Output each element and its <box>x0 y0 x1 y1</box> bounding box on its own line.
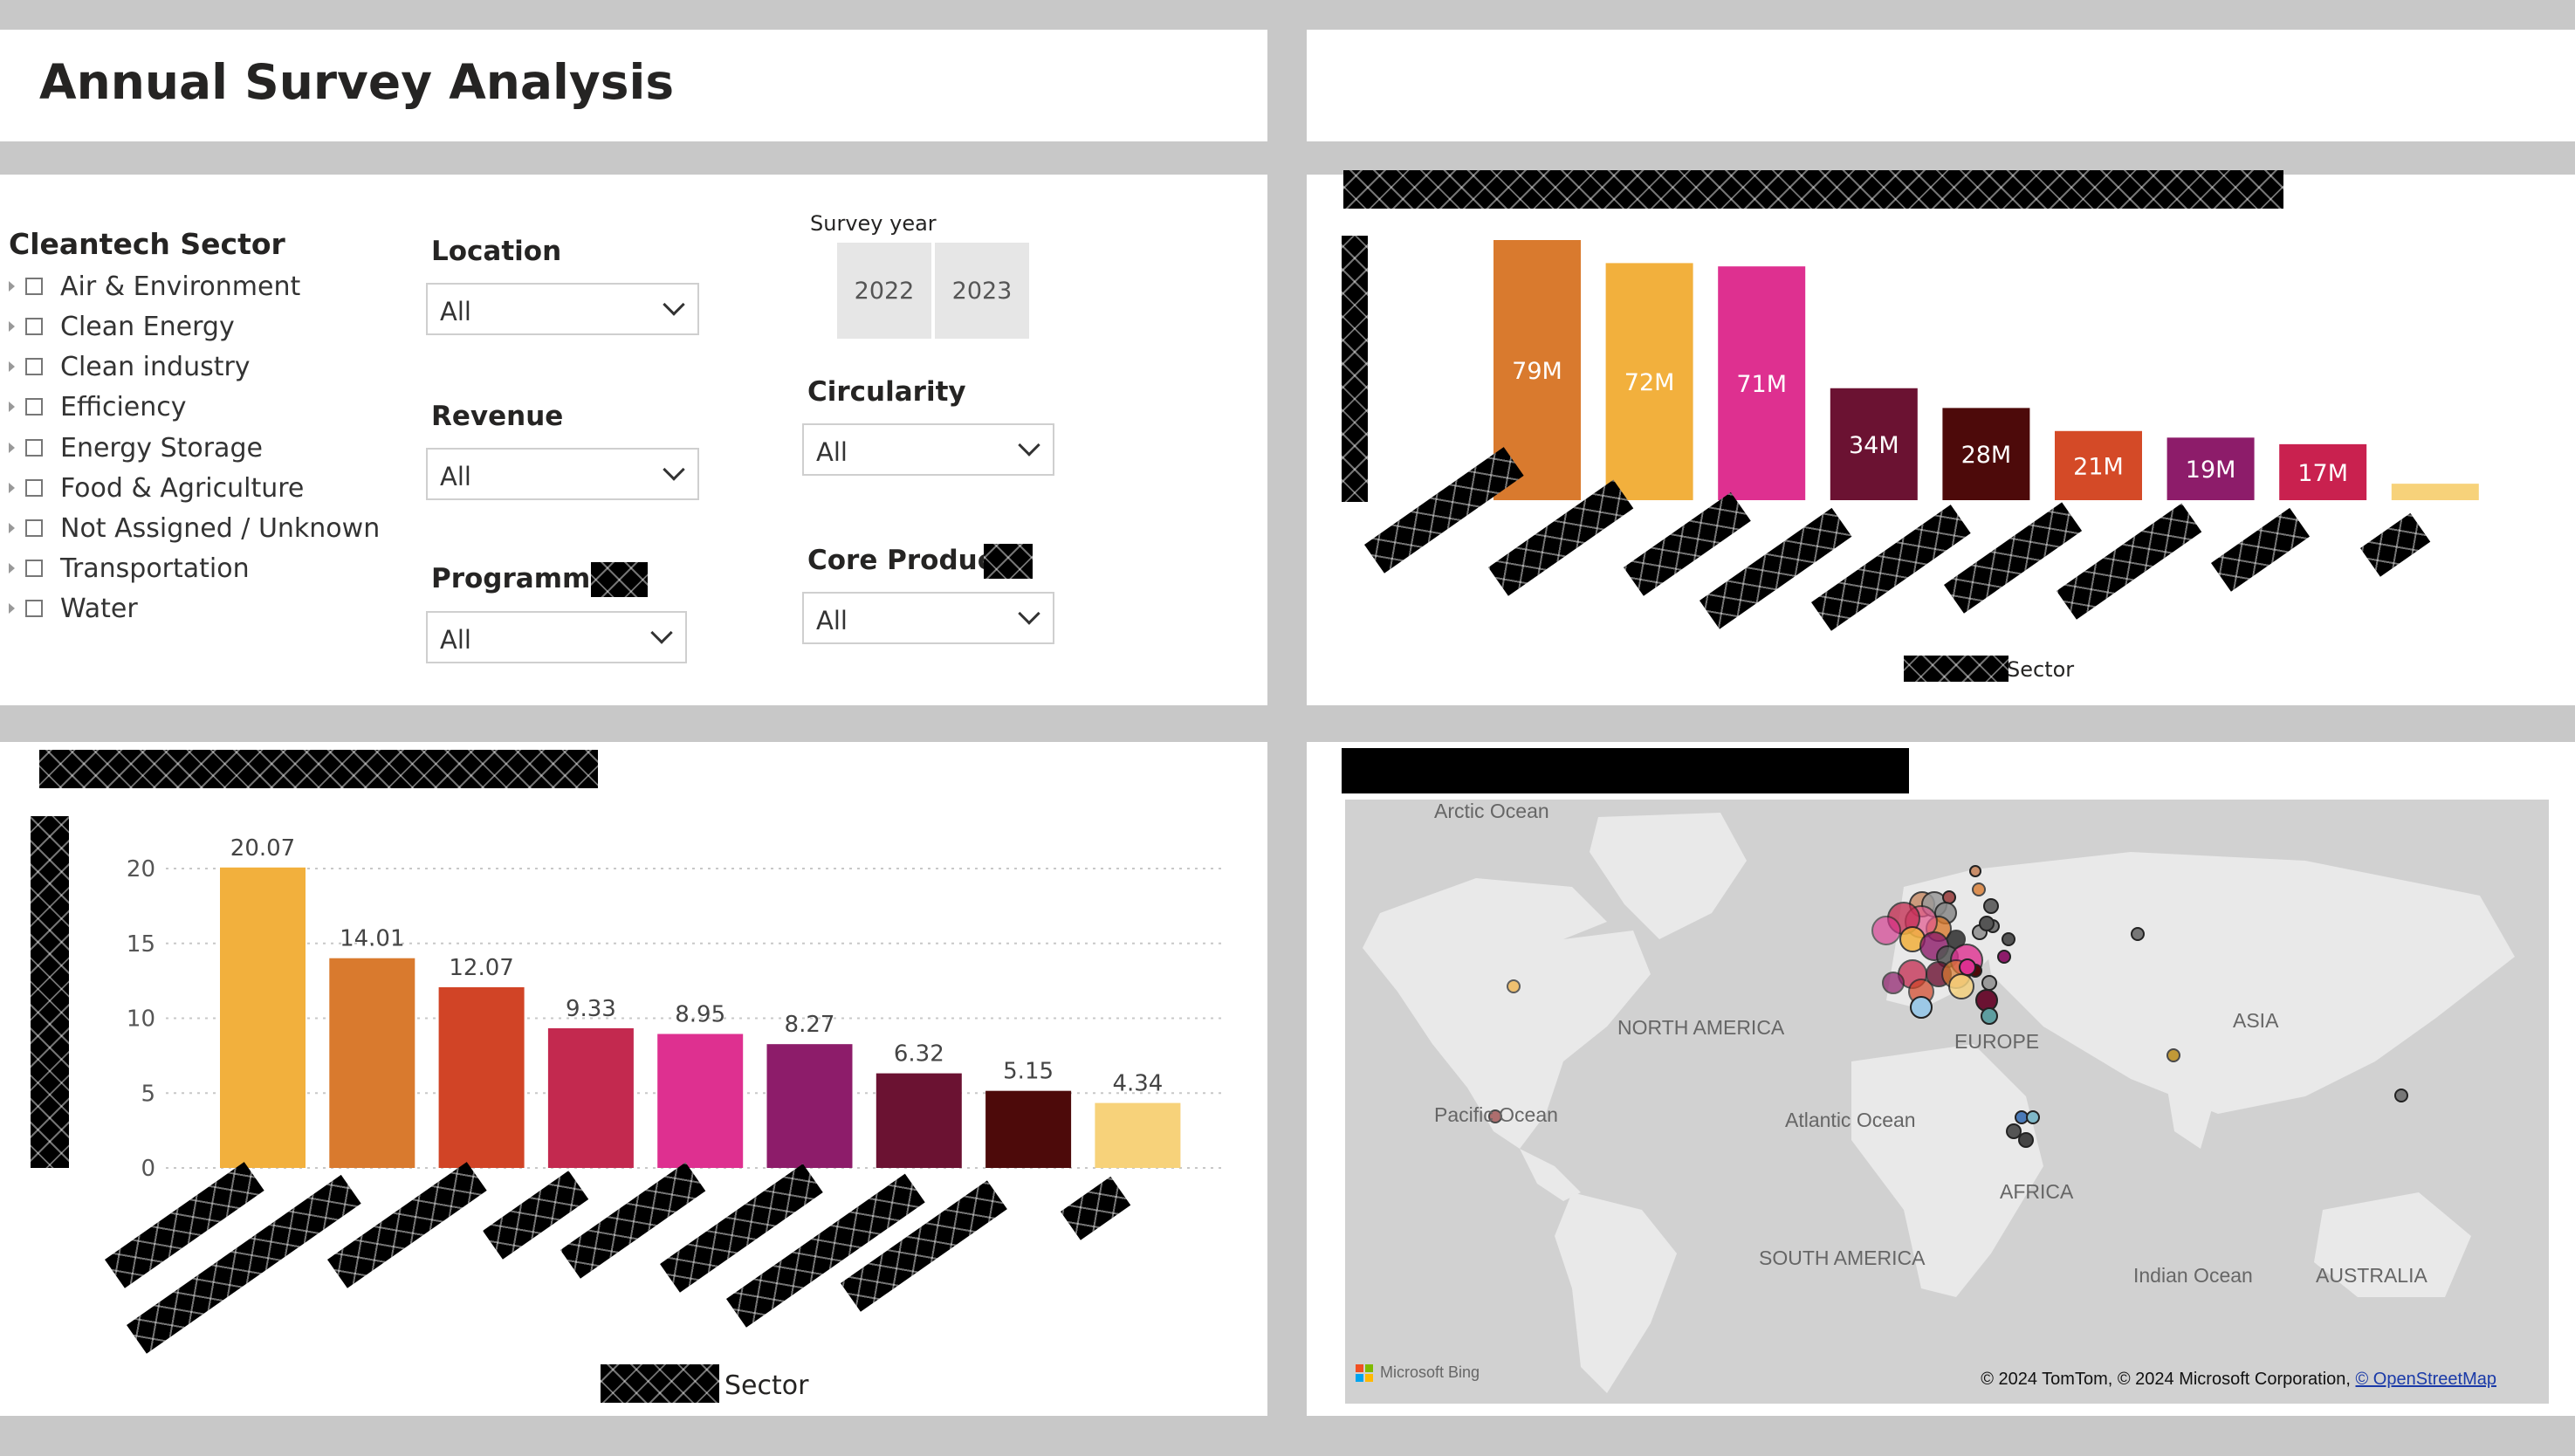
chart2-data-label: 8.27 <box>785 1012 835 1038</box>
chart2-bar[interactable] <box>985 1090 1072 1168</box>
chart2-x-axis-title: Sector <box>724 1370 809 1401</box>
map-label-europe: EUROPE <box>1954 1030 2040 1053</box>
chart2-y-tick-label: 0 <box>141 1156 155 1182</box>
map-label-pacific-ocean: Pacific Ocean <box>1434 1103 1558 1126</box>
map-label-indian-ocean: Indian Ocean <box>2133 1264 2253 1287</box>
chart2-bar[interactable] <box>766 1044 853 1168</box>
world-map[interactable]: Arctic Ocean NORTH AMERICA EUROPE ASIA P… <box>1345 800 2549 1404</box>
map-label-australia: AUSTRALIA <box>2316 1264 2427 1287</box>
bubble-layer <box>1488 865 2408 1148</box>
chart2-y-tick-label: 15 <box>127 931 155 958</box>
map-label-asia: ASIA <box>2233 1009 2279 1032</box>
chart2-data-label: 5.15 <box>1003 1059 1054 1085</box>
chart2-data-label: 4.34 <box>1112 1071 1163 1097</box>
openstreetmap-link[interactable]: © OpenStreetMap <box>2356 1370 2496 1389</box>
chart2-xlabel-redaction <box>601 1364 719 1403</box>
chart2-bar[interactable] <box>438 986 525 1168</box>
map-label-north-america: NORTH AMERICA <box>1617 1016 1785 1039</box>
chart2-data-label: 8.95 <box>675 1002 725 1028</box>
chart2-bar[interactable] <box>1095 1102 1181 1168</box>
map-copyright: © 2024 TomTom, © 2024 Microsoft Corporat… <box>1981 1370 2496 1389</box>
chart2-data-label: 14.01 <box>340 926 404 952</box>
map-label-atlantic-ocean: Atlantic Ocean <box>1785 1109 1916 1131</box>
chart2-bar[interactable] <box>220 867 306 1168</box>
map-label-africa: AFRICA <box>2000 1180 2074 1203</box>
map-label-south-america: SOUTH AMERICA <box>1759 1247 1926 1269</box>
chart2-data-label: 6.32 <box>894 1041 944 1068</box>
bing-logo: Microsoft Bing <box>1356 1363 1480 1382</box>
chart2-bar[interactable] <box>657 1034 744 1168</box>
chart2-y-tick-label: 5 <box>141 1081 155 1107</box>
microsoft-logo-icon <box>1356 1363 1373 1382</box>
chart2-bar[interactable] <box>876 1073 962 1168</box>
map-title-redaction <box>1342 748 1909 793</box>
chart2-data-label: 20.07 <box>230 835 295 862</box>
map-label-arctic-ocean: Arctic Ocean <box>1434 800 1549 822</box>
chart2-bar[interactable] <box>547 1027 634 1168</box>
chart2-bar[interactable] <box>329 958 415 1168</box>
chart2-data-label: 9.33 <box>566 996 616 1022</box>
chart2-y-tick-label: 20 <box>127 856 155 883</box>
chart2-data-label: 12.07 <box>449 955 513 981</box>
chart2-y-tick-label: 10 <box>127 1006 155 1033</box>
